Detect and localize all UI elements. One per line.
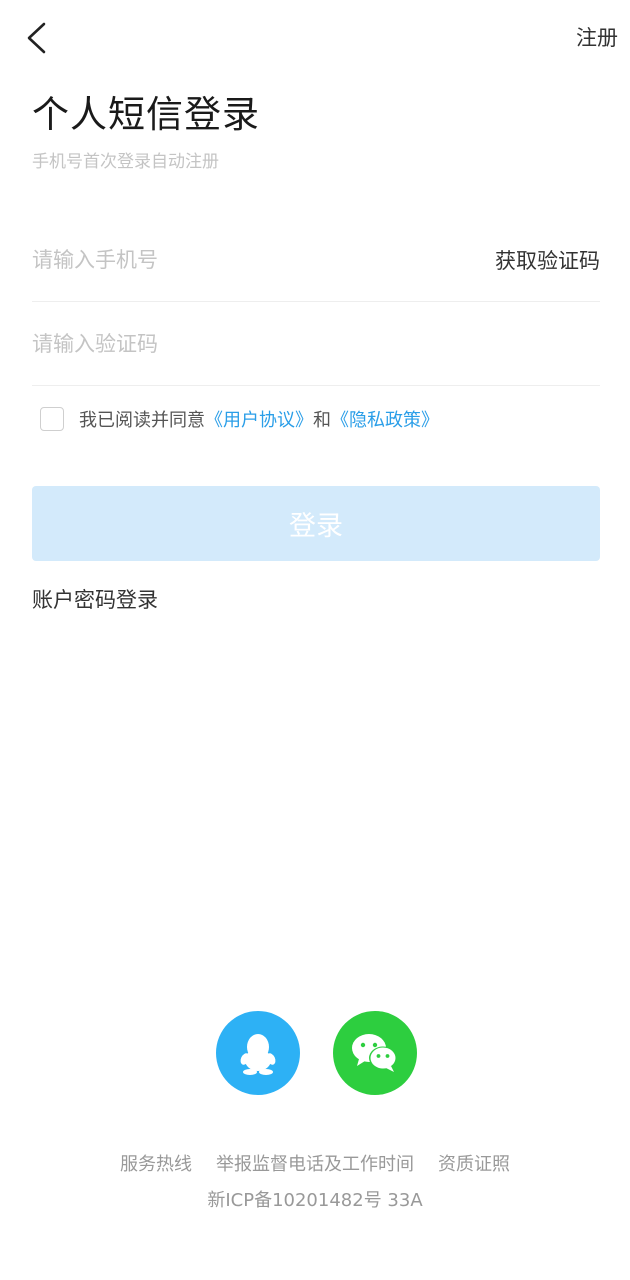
qq-icon <box>240 1034 276 1075</box>
chevron-left-icon <box>27 22 46 54</box>
login-button[interactable]: 登录 <box>32 486 600 561</box>
icp-number: 新ICP备10201482号 33A <box>207 1190 423 1211</box>
wechat-login-button[interactable] <box>333 1011 417 1095</box>
privacy-policy-link[interactable]: 《隐私政策》 <box>331 406 439 432</box>
login-page: 注册 个人短信登录 手机号首次登录自动注册 获取验证码 我已阅读并同意 《用户协… <box>0 0 630 1280</box>
phone-input[interactable] <box>32 239 495 280</box>
agreement-row: 我已阅读并同意 《用户协议》 和 《隐私政策》 <box>40 406 439 432</box>
agreement-checkbox[interactable] <box>40 407 64 431</box>
service-hotline-link[interactable]: 服务热线 <box>120 1150 192 1176</box>
password-login-link[interactable]: 账户密码登录 <box>32 584 158 614</box>
agreement-and-text: 和 <box>313 410 331 431</box>
get-code-button[interactable]: 获取验证码 <box>495 245 600 275</box>
qualification-link[interactable]: 资质证照 <box>438 1150 510 1176</box>
back-button[interactable] <box>18 18 54 58</box>
report-hotline-link[interactable]: 举报监督电话及工作时间 <box>216 1150 414 1176</box>
page-title: 个人短信登录 <box>32 93 260 136</box>
page-subtitle: 手机号首次登录自动注册 <box>32 152 219 172</box>
footer-links: 服务热线 举报监督电话及工作时间 资质证照 <box>0 1150 630 1176</box>
code-row <box>32 302 600 386</box>
user-agreement-link[interactable]: 《用户协议》 <box>205 406 313 432</box>
phone-row: 获取验证码 <box>32 218 600 302</box>
agreement-text: 我已阅读并同意 <box>79 410 205 431</box>
qq-login-button[interactable] <box>216 1011 300 1095</box>
wechat-icon <box>352 1034 397 1072</box>
register-link[interactable]: 注册 <box>576 22 618 52</box>
code-input[interactable] <box>32 323 600 364</box>
